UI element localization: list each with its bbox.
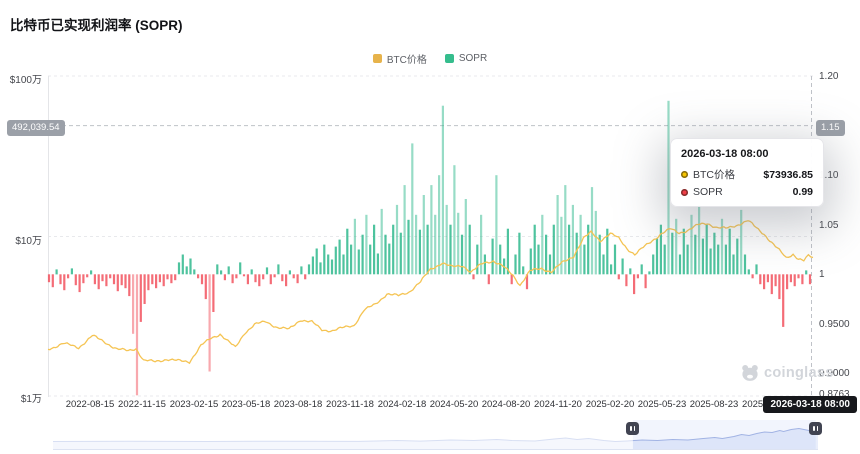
x-axis-tick: 2022-08-15 bbox=[66, 399, 115, 410]
x-axis-tick: 2024-08-20 bbox=[482, 399, 531, 410]
x-axis-tick: 2025-05-23 bbox=[638, 399, 687, 410]
crosshair-left-axis-badge: 492,039.54 bbox=[7, 120, 65, 136]
right-axis-tick: 1 bbox=[819, 269, 825, 280]
legend-label-btc: BTC价格 bbox=[387, 51, 427, 66]
right-axis-tick: 0.9500 bbox=[819, 319, 850, 330]
legend-item-btc[interactable]: BTC价格 bbox=[373, 51, 427, 66]
x-axis-tick: 2024-11-20 bbox=[534, 399, 582, 410]
navigator[interactable] bbox=[53, 420, 818, 450]
chart-tooltip: 2026-03-18 08:00 BTC价格 $73936.85 SOPR 0.… bbox=[670, 138, 824, 207]
crosshair-date-badge: 2026-03-18 08:00 bbox=[763, 396, 857, 413]
sopr-dashboard: { "page": {"title": "比特币已实现利润率 (SOPR)"},… bbox=[0, 0, 860, 454]
x-axis-tick: 2022-11-15 bbox=[118, 399, 166, 410]
x-axis-tick: 2023-05-18 bbox=[222, 399, 271, 410]
x-axis-tick: 2023-11-18 bbox=[326, 399, 374, 410]
watermark-text: coinglass bbox=[764, 365, 834, 381]
tooltip-value-btc: $73936.85 bbox=[763, 169, 813, 181]
crosshair-right-axis-badge: 1.15 bbox=[816, 120, 845, 136]
x-axis-tick: 2024-02-18 bbox=[378, 399, 427, 410]
navigator-handle-left[interactable] bbox=[626, 422, 639, 435]
x-axis-tick: 2023-02-15 bbox=[170, 399, 219, 410]
btc-legend-swatch bbox=[373, 54, 382, 63]
navigator-handle-right[interactable] bbox=[809, 422, 822, 435]
coinglass-watermark: coinglass bbox=[741, 364, 834, 382]
btc-marker-icon bbox=[681, 171, 688, 178]
left-axis-tick: $1万 bbox=[0, 390, 42, 405]
sopr-chart-plot[interactable] bbox=[48, 76, 813, 397]
left-axis-tick: $100万 bbox=[0, 71, 42, 86]
legend-item-sopr[interactable]: SOPR bbox=[445, 53, 487, 64]
tooltip-label-btc: BTC价格 bbox=[693, 167, 735, 182]
x-axis-tick: 2025-02-20 bbox=[586, 399, 635, 410]
legend: BTC价格 SOPR bbox=[0, 51, 860, 66]
tooltip-label-sopr: SOPR bbox=[693, 186, 723, 198]
sopr-legend-swatch bbox=[445, 54, 454, 63]
page-title: 比特币已实现利润率 (SOPR) bbox=[10, 14, 183, 34]
x-axis-tick: 2024-05-20 bbox=[430, 399, 479, 410]
x-axis-tick: 2025-08-23 bbox=[690, 399, 739, 410]
tooltip-row-btc: BTC价格 $73936.85 bbox=[681, 167, 813, 182]
x-axis-tick: 2023-08-18 bbox=[274, 399, 323, 410]
left-axis-tick: $10万 bbox=[0, 232, 42, 247]
tooltip-value-sopr: 0.99 bbox=[793, 186, 813, 198]
right-axis-tick: 1.05 bbox=[819, 220, 838, 231]
legend-label-sopr: SOPR bbox=[459, 53, 487, 64]
sopr-marker-icon bbox=[681, 189, 688, 196]
tooltip-row-sopr: SOPR 0.99 bbox=[681, 186, 813, 198]
coinglass-bear-icon bbox=[741, 364, 759, 382]
right-axis-tick: 1.20 bbox=[819, 71, 838, 82]
tooltip-date: 2026-03-18 08:00 bbox=[681, 148, 813, 160]
